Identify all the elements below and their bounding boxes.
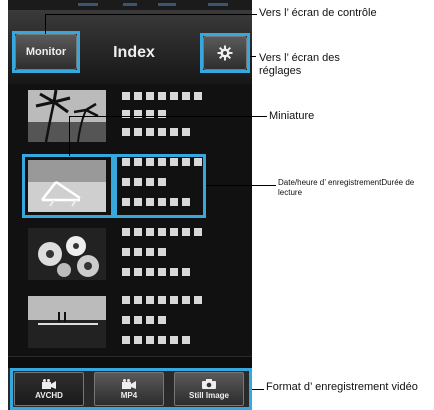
- annotation-monitor: Vers l’ écran de contrôle: [259, 7, 377, 19]
- list-item[interactable]: [8, 84, 252, 153]
- settings-button-highlight: [200, 33, 250, 73]
- sunset-thumbnail: [28, 296, 106, 348]
- callout-line: [69, 116, 267, 117]
- callout-line: [69, 116, 70, 156]
- thumbnail[interactable]: [28, 228, 106, 280]
- monitor-button-highlight: [12, 31, 80, 73]
- annotation-date-duration: Date/heure d’ enregistrementDurée de lec…: [278, 178, 415, 197]
- callout-line: [206, 185, 276, 186]
- date-duration-highlight: [114, 154, 206, 218]
- callout-line: [252, 389, 264, 390]
- annotation-video-format: Format d’ enregistrement vidéo: [266, 381, 418, 393]
- flowers-thumbnail: [28, 228, 106, 280]
- list-item[interactable]: [8, 220, 252, 289]
- list-item[interactable]: [8, 288, 252, 357]
- format-bar-highlight: [10, 368, 252, 410]
- callout-line: [250, 56, 256, 57]
- callout-line: [45, 14, 257, 15]
- page-title: Index: [113, 44, 155, 61]
- annotation-settings: Vers l’ écran des réglages: [259, 52, 340, 77]
- callout-line: [45, 14, 46, 34]
- thumbnail-highlight: [22, 154, 114, 218]
- annotation-thumbnail: Miniature: [269, 110, 315, 122]
- status-bar: [8, 0, 252, 10]
- camera-app-screen: Monitor Index AVCHD MP4 Still Image: [8, 0, 252, 410]
- thumbnail[interactable]: [28, 296, 106, 348]
